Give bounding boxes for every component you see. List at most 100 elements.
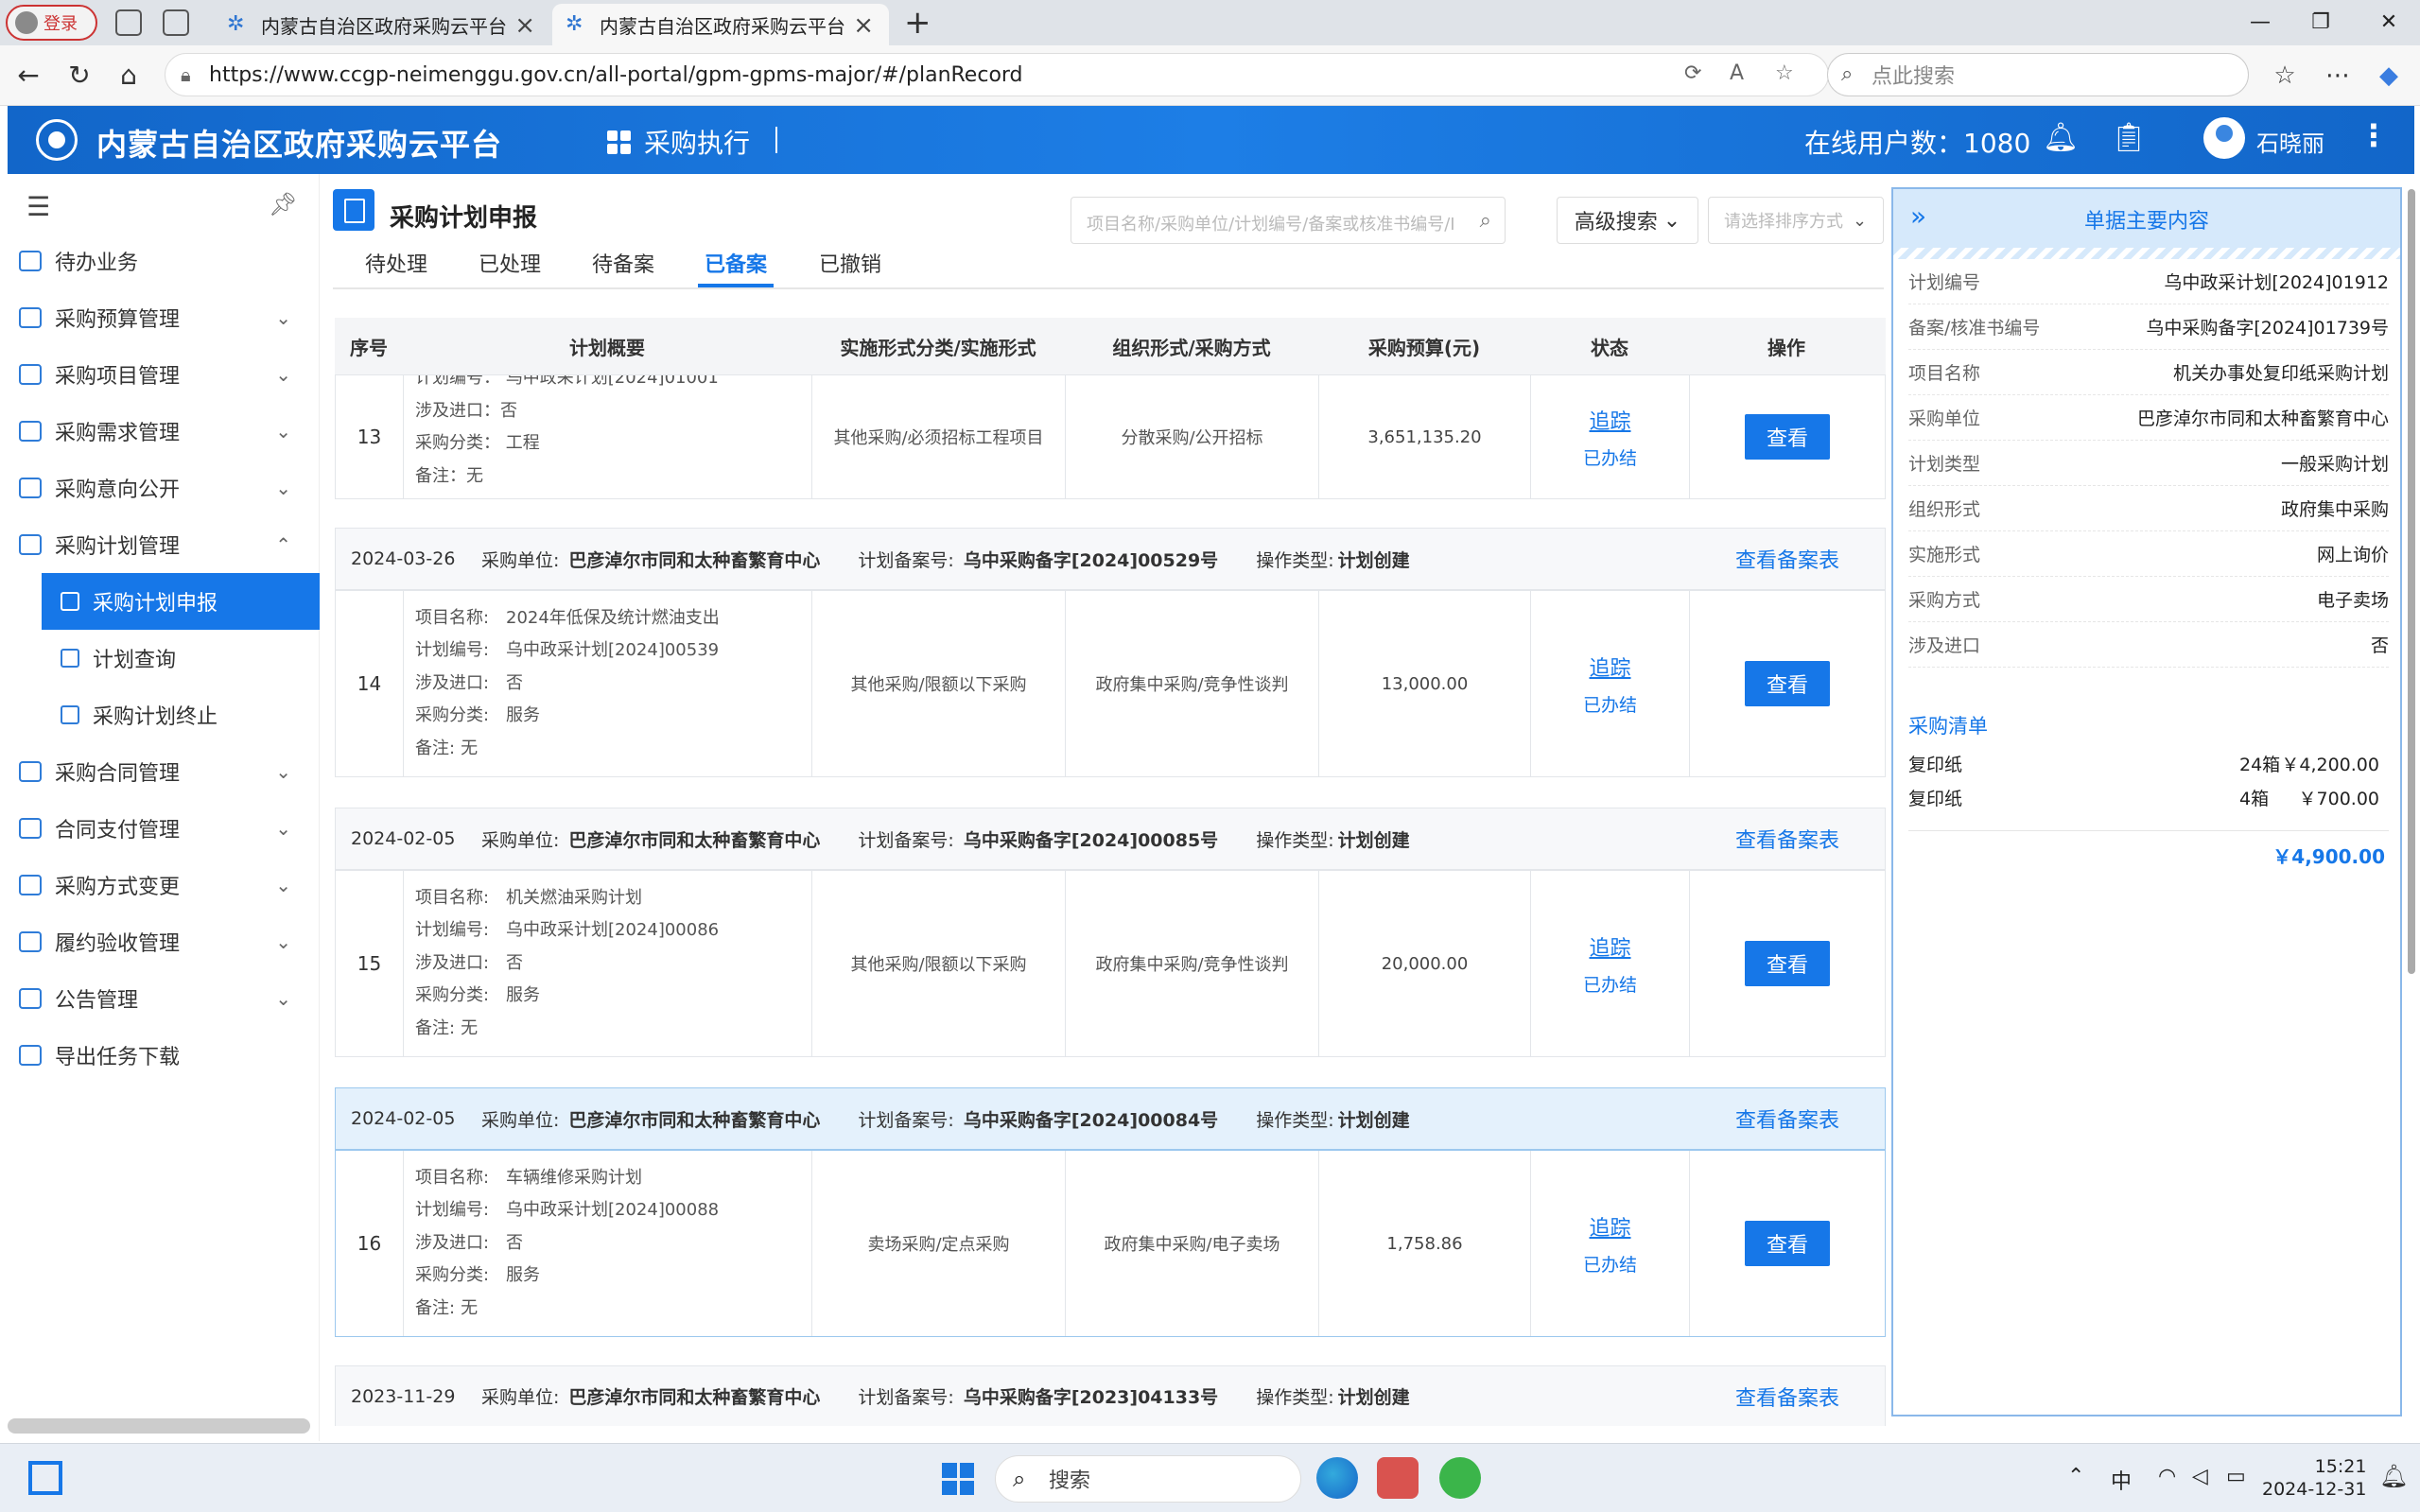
sidebar-item-intent[interactable]: 采购意向公开 ⌄ <box>8 460 320 516</box>
minimize-icon[interactable]: — <box>2232 6 2289 40</box>
new-tab-icon[interactable]: + <box>904 4 931 42</box>
sort-select[interactable]: 请选择排序方式 ⌄ <box>1708 197 1884 244</box>
browser-tab-1[interactable]: ✲ 内蒙古自治区政府采购云平台 × <box>214 4 550 45</box>
terminate-icon <box>61 705 79 724</box>
tab-processed[interactable]: 已处理 <box>479 248 541 287</box>
group-record-no: 乌中采购备字[2024]00084号 <box>963 1109 1219 1131</box>
home-icon[interactable]: ⌂ <box>112 59 146 93</box>
close-tab-icon[interactable]: × <box>853 11 874 40</box>
view-record-link[interactable]: 查看备案表 <box>1735 1104 1839 1134</box>
bell-icon[interactable]: 🔔︎ <box>2043 121 2079 154</box>
tab-actions-icon[interactable] <box>163 9 189 36</box>
sidebar-item-acceptance[interactable]: 履约验收管理 ⌄ <box>8 913 320 970</box>
purchase-list-total: ￥4,900.00 <box>2272 845 2385 868</box>
menu-toggle-icon[interactable]: ☰ <box>26 191 50 222</box>
sidebar-scrollbar[interactable] <box>8 1418 310 1434</box>
sidebar-subitem-plan-query[interactable]: 计划查询 <box>42 630 320 686</box>
copilot-icon[interactable]: ◆ <box>2370 57 2408 95</box>
wechat-icon[interactable] <box>1439 1457 1481 1499</box>
sidebar-item-announcement[interactable]: 公告管理 ⌄ <box>8 970 320 1027</box>
view-button[interactable]: 查看 <box>1745 414 1830 460</box>
taskbar-search[interactable]: ⌕ 搜索 <box>995 1455 1301 1503</box>
windows-start-icon[interactable] <box>942 1463 974 1495</box>
detail-field: 计划类型 一般采购计划 <box>1908 441 2389 486</box>
clipboard-icon[interactable]: 📋︎ <box>2111 121 2147 154</box>
view-record-link[interactable]: 查看备案表 <box>1735 544 1839 574</box>
wifi-icon[interactable]: ◠ <box>2158 1465 2176 1488</box>
detail-field: 备案/核准书编号 乌中采购备字[2024]01739号 <box>1908 304 2389 350</box>
profile-login-button[interactable]: 登录 <box>6 5 97 41</box>
clock[interactable]: 15:21 2024-12-31 <box>2262 1455 2366 1501</box>
sidebar-item-budget[interactable]: 采购预算管理 ⌄ <box>8 289 320 346</box>
advanced-search-button[interactable]: 高级搜索 ⌄ <box>1557 197 1698 244</box>
project-icon <box>19 364 42 385</box>
track-link[interactable]: 追踪 <box>1589 405 1630 435</box>
tab-revoked[interactable]: 已撤销 <box>819 248 881 287</box>
more-menu-icon[interactable]: ⋮ <box>2359 117 2389 153</box>
sidebar-item-demand[interactable]: 采购需求管理 ⌄ <box>8 403 320 460</box>
menu-procurement-execution[interactable]: 采购执行 <box>607 123 750 161</box>
track-link[interactable]: 追踪 <box>1589 931 1630 962</box>
row-organization: 政府集中采购/电子卖场 <box>1066 1151 1319 1336</box>
app-icon[interactable] <box>1377 1457 1419 1499</box>
widgets-icon[interactable] <box>28 1461 62 1495</box>
view-button[interactable]: 查看 <box>1745 941 1830 986</box>
back-icon[interactable]: ← <box>11 59 45 93</box>
favorite-star-icon[interactable]: ☆ <box>1775 61 1794 85</box>
close-tab-icon[interactable]: × <box>514 11 535 40</box>
chevron-down-icon: ⌄ <box>275 817 291 840</box>
read-aloud-icon[interactable]: A <box>1730 61 1744 85</box>
sidebar-item-export[interactable]: 导出任务下载 <box>8 1027 320 1084</box>
volume-icon[interactable]: ◁ <box>2192 1465 2208 1488</box>
group-record-no: 乌中采购备字[2023]04133号 <box>963 1387 1219 1408</box>
workspaces-icon[interactable] <box>115 9 142 36</box>
track-link[interactable]: 追踪 <box>1589 652 1630 682</box>
sidebar-item-contract[interactable]: 采购合同管理 ⌄ <box>8 743 320 800</box>
group-date: 2024-02-05 <box>351 828 456 849</box>
more-options-icon[interactable]: ⋯ <box>2319 57 2357 95</box>
group-header-selected[interactable]: 2024-02-05 采购单位: 巴彦淖尔市同和太种畜繁育中心 计划备案号: 乌中采… <box>335 1087 1886 1150</box>
group-unit: 巴彦淖尔市同和太种畜繁育中心 <box>568 1109 821 1131</box>
sidebar-item-todo[interactable]: 待办业务 <box>8 233 320 289</box>
url-field[interactable]: 🔒︎ https://www.ccgp-neimenggu.gov.cn/all… <box>165 53 1829 96</box>
todo-icon <box>19 251 42 271</box>
page-scrollbar[interactable] <box>2408 189 2415 974</box>
restore-icon[interactable]: ❐ <box>2292 6 2349 40</box>
sidebar-item-method-change[interactable]: 采购方式变更 ⌄ <box>8 857 320 913</box>
view-record-link[interactable]: 查看备案表 <box>1735 1382 1839 1412</box>
chevron-up-icon[interactable]: ⌃ <box>2067 1465 2084 1488</box>
table-row: 14 项目名称: 2024年低保及统计燃油支出 计划编号: 乌中政采计划[2024]… <box>335 590 1886 777</box>
tab-to-record[interactable]: 待备案 <box>592 248 654 287</box>
view-button[interactable]: 查看 <box>1745 1221 1830 1266</box>
close-window-icon[interactable]: ✕ <box>2360 6 2417 40</box>
sidebar-item-project[interactable]: 采购项目管理 ⌄ <box>8 346 320 403</box>
view-record-link[interactable]: 查看备案表 <box>1735 824 1839 854</box>
pin-icon[interactable]: 📌︎ <box>269 191 297 217</box>
row-status: 追踪 已办结 <box>1531 591 1690 776</box>
user-name[interactable]: 石晓丽 <box>2256 125 2324 158</box>
search-icon[interactable]: ⌕ <box>1480 209 1491 233</box>
sidebar-item-plan[interactable]: 采购计划管理 ⌃ <box>8 516 320 573</box>
favorites-icon[interactable]: ☆ <box>2266 57 2304 95</box>
browser-search-box[interactable]: ⌕ 点此搜索 <box>1827 53 2249 96</box>
edge-browser-icon[interactable] <box>1316 1457 1358 1499</box>
refresh-icon[interactable]: ↻ <box>62 59 96 93</box>
translate-icon[interactable]: ⟳ <box>1684 61 1701 85</box>
tab-recorded[interactable]: 已备案 <box>698 248 774 287</box>
sidebar-subitem-plan-terminate[interactable]: 采购计划终止 <box>42 686 320 743</box>
avatar[interactable] <box>2203 117 2245 159</box>
view-button[interactable]: 查看 <box>1745 661 1830 706</box>
ime-indicator[interactable]: 中 <box>2111 1465 2132 1495</box>
group-op-type: 计划创建 <box>1337 1109 1410 1131</box>
tab-pending[interactable]: 待处理 <box>365 248 427 287</box>
track-link[interactable]: 追踪 <box>1589 1211 1630 1242</box>
browser-tab-2[interactable]: ✲ 内蒙古自治区政府采购云平台 × <box>552 4 889 45</box>
table-header: 序号 计划概要 实施形式分类/实施形式 组织形式/采购方式 采购预算(元) 状态… <box>335 318 1886 374</box>
notification-bell-icon[interactable]: 🔔︎ <box>2379 1463 2408 1489</box>
battery-icon[interactable]: ▭ <box>2226 1465 2246 1488</box>
search-input[interactable]: 项目名称/采购单位/计划编号/备案或核准书编号/I ⌕ <box>1071 197 1506 244</box>
page-title: 采购计划申报 <box>390 204 538 233</box>
row-implementation: 卖场采购/定点采购 <box>812 1151 1066 1336</box>
sidebar-item-payment[interactable]: 合同支付管理 ⌄ <box>8 800 320 857</box>
sidebar-subitem-plan-declare[interactable]: 采购计划申报 <box>42 573 320 630</box>
